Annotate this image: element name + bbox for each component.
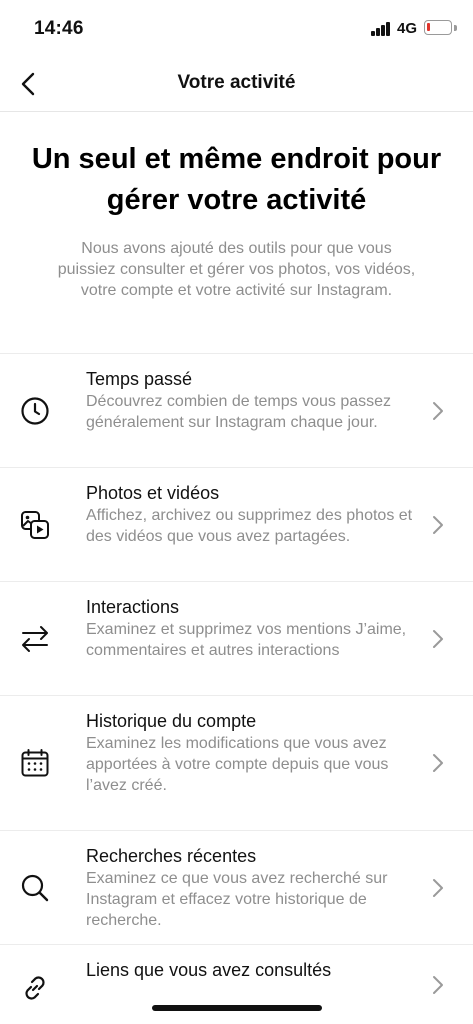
chevron-right-icon <box>433 878 443 897</box>
hero-title: Un seul et même endroit pour gérer votre… <box>31 143 442 216</box>
menu-item-description: Examinez ce que vous avez recherché sur … <box>86 870 388 929</box>
page-title: Votre activité <box>177 72 296 93</box>
chevron-right-icon <box>433 515 443 534</box>
status-time: 14:46 <box>34 18 84 39</box>
menu-item-title: Historique du compte <box>86 711 257 731</box>
menu-item-text: Recherches récentes Examinez ce que vous… <box>86 844 425 931</box>
menu-item-photos-videos[interactable]: Photos et vidéos Affichez, archivez ou s… <box>0 467 473 581</box>
search-icon <box>18 871 52 905</box>
menu-item-text: Liens que vous avez consultés <box>86 958 425 982</box>
chevron-right-icon <box>433 401 443 420</box>
status-bar: 14:46 4G <box>0 0 473 56</box>
screen: 14:46 4G Votre activité Un seul et même … <box>0 0 473 1024</box>
chevron-right-icon <box>433 754 443 772</box>
battery-tip <box>454 25 457 31</box>
calendar-icon <box>18 746 52 780</box>
chevron-right-icon <box>433 976 443 994</box>
menu-item-title: Interactions <box>86 597 180 617</box>
clock-icon <box>18 394 52 428</box>
menu-item-text: Historique du compte Examinez les modifi… <box>86 709 425 796</box>
menu-item-description: Examinez et supprimez vos mentions J’aim… <box>86 621 407 659</box>
swap-arrows-icon <box>18 622 52 656</box>
nav-bar: Votre activité <box>0 56 473 112</box>
menu-item-title: Photos et vidéos <box>86 483 220 503</box>
menu-item-interactions[interactable]: Interactions Examinez et supprimez vos m… <box>0 581 473 695</box>
link-icon <box>18 971 52 1004</box>
home-indicator[interactable] <box>152 1005 322 1011</box>
hero-section: Un seul et même endroit pour gérer votre… <box>0 112 473 352</box>
menu-item-title: Recherches récentes <box>86 846 257 866</box>
menu-item-time-spent[interactable]: Temps passé Découvrez combien de temps v… <box>0 353 473 467</box>
menu-item-recent-searches[interactable]: Recherches récentes Examinez ce que vous… <box>0 830 473 944</box>
signal-icon <box>371 22 391 36</box>
battery-icon <box>424 20 452 35</box>
activity-menu: Temps passé Découvrez combien de temps v… <box>0 353 473 1004</box>
menu-item-description: Examinez les modifications que vous avez… <box>86 735 389 794</box>
menu-item-description: Découvrez combien de temps vous passez g… <box>86 393 392 431</box>
menu-item-text: Photos et vidéos Affichez, archivez ou s… <box>86 481 425 547</box>
menu-item-text: Temps passé Découvrez combien de temps v… <box>86 367 425 433</box>
menu-item-visited-links[interactable]: Liens que vous avez consultés <box>0 944 473 1004</box>
network-label: 4G <box>397 20 418 37</box>
menu-item-description: Affichez, archivez ou supprimez des phot… <box>86 507 413 545</box>
photos-videos-icon <box>18 508 52 542</box>
menu-item-account-history[interactable]: Historique du compte Examinez les modifi… <box>0 695 473 830</box>
menu-item-text: Interactions Examinez et supprimez vos m… <box>86 595 425 661</box>
chevron-right-icon <box>433 629 443 648</box>
menu-item-title: Temps passé <box>86 369 193 389</box>
hero-description: Nous avons ajouté des outils pour que vo… <box>57 240 416 299</box>
menu-item-title: Liens que vous avez consultés <box>86 960 332 980</box>
